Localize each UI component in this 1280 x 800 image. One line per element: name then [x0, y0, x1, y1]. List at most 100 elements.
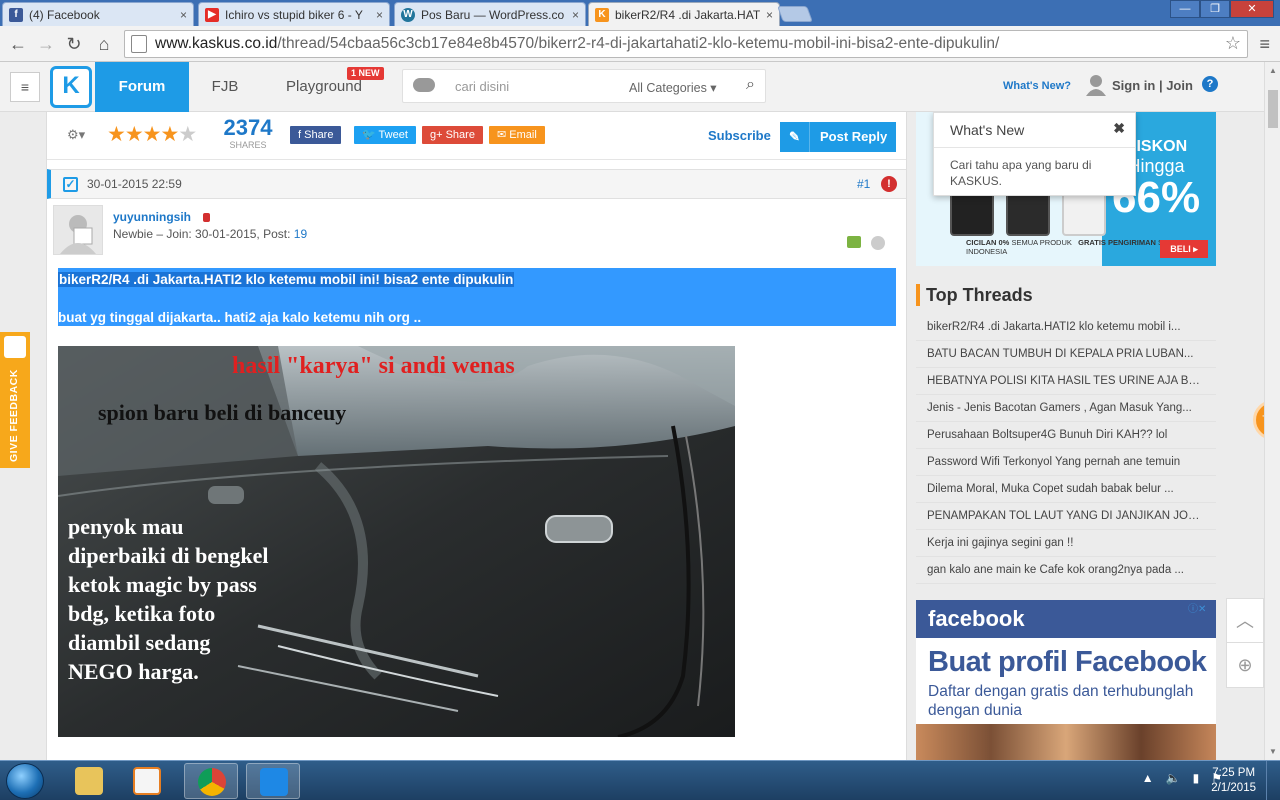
gplus-share-button[interactable]: g+ Share	[422, 126, 483, 144]
hamburger-menu-icon[interactable]: ≡	[10, 72, 40, 102]
category-select[interactable]: All Categories ▾	[629, 80, 717, 95]
signin-link[interactable]: Sign in | Join	[1112, 78, 1193, 93]
list-item[interactable]: PENAMPAKAN TOL LAUT YANG DI JANJIKAN JOK…	[916, 503, 1216, 530]
post-reply-button[interactable]: ✎ Post Reply	[780, 122, 896, 152]
page-content: ⚙▾ ★★★★★ 2374 SHARES f Share 🐦 Tweet g+ …	[0, 112, 1264, 760]
post-title-selection: bikerR2/R4 .di Jakarta.HATI2 klo ketemu …	[58, 268, 896, 326]
scroll-up-arrow-icon[interactable]: ▲	[1269, 66, 1277, 75]
checkbox-icon[interactable]: ✓	[63, 177, 78, 192]
battery-icon[interactable]: ▮	[1193, 771, 1200, 785]
chrome-menu-icon[interactable]: ≡	[1259, 34, 1270, 55]
rating-stars[interactable]: ★★★★★	[107, 122, 197, 147]
username[interactable]: yuyunningsih	[113, 210, 191, 224]
scrollbar-thumb[interactable]	[1268, 90, 1278, 128]
gear-icon[interactable]: ⚙▾	[67, 127, 85, 143]
post-image[interactable]: hasil "karya" si andi wenas spion baru b…	[58, 346, 735, 737]
site-header: ≡ K Forum FJB Playground 1 NEW cari disi…	[0, 62, 1264, 112]
tweet-button[interactable]: 🐦 Tweet	[354, 126, 416, 144]
youtube-icon: ▶	[205, 7, 219, 22]
search-input[interactable]: cari disini	[455, 79, 509, 94]
tray-expand-icon[interactable]: ▲	[1142, 771, 1154, 785]
popover-body: Cari tahu apa yang baru di KASKUS.	[950, 158, 1092, 188]
subscribe-link[interactable]: Subscribe	[708, 128, 771, 143]
top-threads-list: bikerR2/R4 .di Jakarta.HATI2 klo ketemu …	[916, 314, 1216, 584]
facebook-ad[interactable]: facebook Buat profil Facebook Daftar den…	[916, 600, 1216, 760]
notification-badge[interactable]: 74	[1253, 400, 1264, 440]
thread-main: ⚙▾ ★★★★★ 2374 SHARES f Share 🐦 Tweet g+ …	[46, 112, 907, 760]
adchoices-icon[interactable]: ⓘ✕	[1188, 600, 1206, 615]
tab-close-icon[interactable]: ×	[572, 8, 579, 22]
start-button[interactable]	[6, 763, 44, 799]
nav-fjb[interactable]: FJB	[200, 62, 250, 112]
page-icon	[131, 35, 147, 53]
system-tray: ▲ 🔈 ▮ ⚑	[1142, 771, 1222, 785]
trophy-icon[interactable]	[847, 236, 861, 248]
taskbar-network-app[interactable]	[246, 763, 300, 799]
whats-new-link[interactable]: What's New?	[1003, 80, 1071, 92]
post-title: bikerR2/R4 .di Jakarta.HATI2 klo ketemu …	[58, 272, 515, 287]
taskbar-media-player[interactable]	[120, 763, 174, 799]
forward-arrow-icon[interactable]: →	[34, 32, 58, 56]
taskbar-chrome[interactable]	[184, 763, 238, 799]
browser-tab-facebook[interactable]: f (4) Facebook ×	[2, 2, 194, 26]
facebook-share-button[interactable]: f Share	[290, 126, 342, 144]
list-item[interactable]: BATU BACAN TUMBUH DI KEPALA PRIA LUBAN..…	[916, 341, 1216, 368]
browser-toolbar: ← → ↻ ⌂ www.kaskus.co.id/thread/54cbaa56…	[0, 26, 1280, 62]
wordpress-icon: W	[401, 7, 415, 22]
clock[interactable]: 7:25 PM 2/1/2015	[1211, 766, 1256, 796]
chrome-icon	[198, 768, 226, 796]
list-item[interactable]: Jenis - Jenis Bacotan Gamers , Agan Masu…	[916, 395, 1216, 422]
email-button[interactable]: ✉ Email	[489, 126, 545, 144]
taskbar-explorer[interactable]	[62, 763, 116, 799]
kaskus-logo[interactable]: K	[50, 66, 92, 108]
home-icon[interactable]: ⌂	[92, 32, 116, 56]
post-header: ✓ 30-01-2015 22:59 #1 !	[47, 169, 906, 199]
list-item[interactable]: HEBATNYA POLISI KITA HASIL TES URINE AJA…	[916, 368, 1216, 395]
maximize-button[interactable]: ❐	[1200, 0, 1230, 18]
screen: f (4) Facebook × ▶ Ichiro vs stupid bike…	[0, 0, 1280, 800]
avatar[interactable]	[53, 205, 103, 255]
back-arrow-icon[interactable]: ←	[6, 32, 30, 56]
nav-forum[interactable]: Forum	[95, 62, 189, 112]
search-box: cari disini All Categories ▾ ⌕	[402, 69, 766, 103]
scroll-top-icon[interactable]: ︿	[1227, 599, 1263, 643]
help-icon[interactable]: ?	[1202, 76, 1218, 92]
plus-icon[interactable]: ⊕	[1227, 643, 1263, 687]
list-item[interactable]: bikerR2/R4 .di Jakarta.HATI2 klo ketemu …	[916, 314, 1216, 341]
report-icon[interactable]: !	[881, 176, 897, 192]
tab-close-icon[interactable]: ×	[766, 8, 773, 22]
browser-tab-wordpress[interactable]: W Pos Baru — WordPress.co ×	[394, 2, 586, 26]
list-item[interactable]: Perusahaan Boltsuper4G Bunuh Diri KAH?? …	[916, 422, 1216, 449]
give-feedback-tab[interactable]: GIVE FEEDBACK	[0, 332, 30, 468]
cloud-icon	[413, 78, 435, 92]
thread-toolbar: ⚙▾ ★★★★★ 2374 SHARES f Share 🐦 Tweet g+ …	[47, 112, 906, 160]
close-icon[interactable]: ✖	[1113, 120, 1125, 137]
post-number[interactable]: #1	[857, 177, 870, 191]
show-desktop-button[interactable]	[1266, 761, 1280, 800]
more-icon[interactable]	[871, 236, 885, 250]
post-date: 30-01-2015 22:59	[87, 177, 182, 191]
list-item[interactable]: Password Wifi Terkonyol Yang pernah ane …	[916, 449, 1216, 476]
post-actions	[847, 236, 885, 250]
scroll-down-arrow-icon[interactable]: ▼	[1269, 747, 1277, 756]
tab-close-icon[interactable]: ×	[180, 8, 187, 22]
list-item[interactable]: gan kalo ane main ke Cafe kok orang2nya …	[916, 557, 1216, 584]
tab-title: (4) Facebook	[29, 7, 100, 22]
windows-taskbar: ▲ 🔈 ▮ ⚑ 7:25 PM 2/1/2015	[0, 760, 1280, 800]
search-icon[interactable]: ⌕	[746, 76, 755, 94]
reload-icon[interactable]: ↻	[62, 32, 86, 56]
volume-icon[interactable]: 🔈	[1166, 771, 1181, 785]
vertical-scrollbar[interactable]: ▲ ▼	[1264, 62, 1280, 760]
list-item[interactable]: Dilema Moral, Muka Copet sudah babak bel…	[916, 476, 1216, 503]
close-window-button[interactable]: ✕	[1230, 0, 1274, 18]
folder-icon	[75, 767, 103, 795]
address-bar[interactable]: www.kaskus.co.id/thread/54cbaa56c3cb17e8…	[124, 30, 1248, 58]
new-tab-button[interactable]	[777, 6, 813, 22]
bookmark-star-icon[interactable]: ☆	[1225, 33, 1241, 54]
list-item[interactable]: Kerja ini gajinya segini gan !!	[916, 530, 1216, 557]
tab-close-icon[interactable]: ×	[376, 8, 383, 22]
browser-tab-kaskus[interactable]: K bikerR2/R4 .di Jakarta.HAT ×	[588, 2, 780, 26]
beli-button[interactable]: BELI ▸	[1160, 240, 1208, 258]
minimize-button[interactable]: —	[1170, 0, 1200, 18]
browser-tab-youtube[interactable]: ▶ Ichiro vs stupid biker 6 - Y ×	[198, 2, 390, 26]
